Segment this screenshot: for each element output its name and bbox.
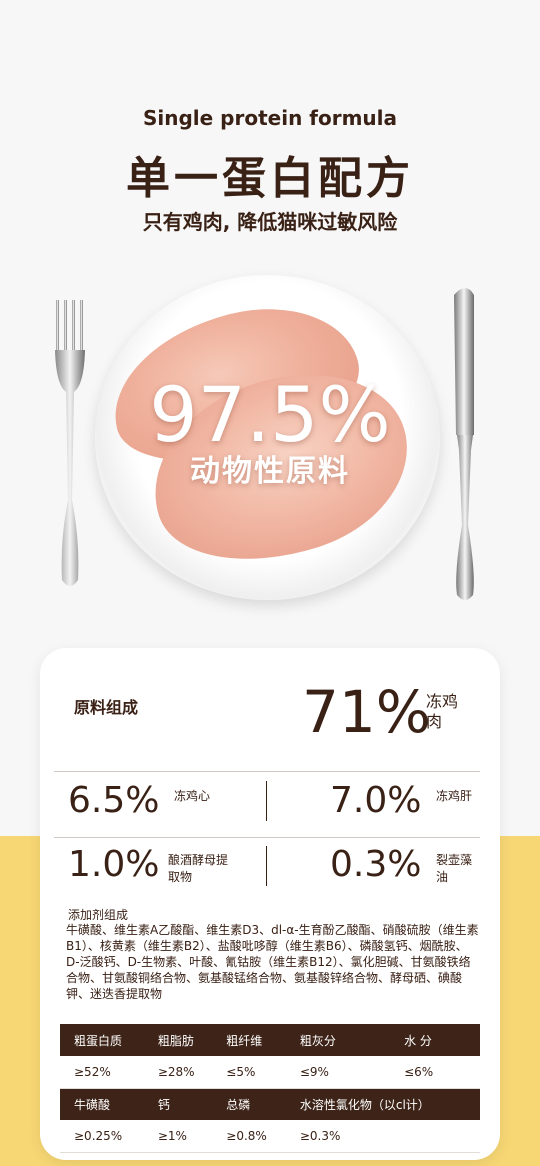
nutrition-value-row: ≥52% ≥28% ≤5% ≤9% ≤6%: [60, 1056, 480, 1089]
divider: [266, 781, 267, 821]
main-ingredient-name: 冻鸡肉: [426, 692, 459, 731]
nutrition-header-row: 粗蛋白质 粗脂肪 粗纤维 粗灰分 水 分: [60, 1024, 480, 1056]
nutrient-value: ≥52%: [60, 1056, 144, 1089]
nutrient-label: 总磷: [212, 1088, 286, 1120]
ingredient-percent: 0.3%: [330, 844, 422, 885]
tagline: 只有鸡肉, 降低猫咪过敏风险: [142, 210, 398, 234]
subtitle-english: Single protein formula: [142, 106, 398, 130]
ingredient-percent: 1.0%: [68, 844, 160, 885]
nutrient-label: 粗灰分: [285, 1024, 391, 1056]
nutrient-label: 水 分: [390, 1024, 480, 1056]
nutrition-table: 粗蛋白质 粗脂肪 粗纤维 粗灰分 水 分 ≥52% ≥28% ≤5% ≤9% ≤…: [60, 1024, 480, 1153]
nutrient-label: 水溶性氯化物（以cl计）: [285, 1088, 480, 1120]
composition-title: 原料组成: [74, 698, 139, 717]
main-ingredient-percent: 71%: [302, 678, 431, 746]
nutrient-value: ≥28%: [143, 1056, 213, 1089]
divider: [266, 846, 267, 886]
nutrient-value: ≤9%: [285, 1056, 391, 1089]
nutrient-value: ≥1%: [143, 1120, 213, 1153]
nutrient-value: ≤6%: [390, 1056, 480, 1089]
nutrition-value-row: ≥0.25% ≥1% ≥0.8% ≥0.3%: [60, 1120, 480, 1153]
nutrient-value: ≥0.8%: [212, 1120, 286, 1153]
ingredient-name: 冻鸡心: [174, 789, 211, 803]
nutrient-value: ≥0.25%: [60, 1120, 144, 1153]
ingredient-name: 酿酒酵母提取物: [168, 853, 229, 884]
nutrient-value: ≥0.3%: [285, 1120, 480, 1153]
nutrient-label: 粗纤维: [212, 1024, 286, 1056]
nutrition-header-row: 牛磺酸 钙 总磷 水溶性氯化物（以cl计）: [60, 1088, 480, 1120]
nutrient-value: ≤5%: [212, 1056, 286, 1089]
additives-text: 牛磺酸、维生素A乙酸酯、维生素D3、dl-α-生育酚乙酸酯、硝酸硫胺（维生素B1…: [66, 923, 479, 1001]
ingredient-card: 原料组成 71% 冻鸡肉 6.5% 冻鸡心 7.0% 冻鸡肝 1.0% 酿酒酵母…: [40, 648, 500, 1160]
ingredient-name: 裂壶藻油: [436, 853, 473, 884]
hero-section: Single protein formula 单一蛋白配方 只有鸡肉, 降低猫咪…: [0, 0, 540, 640]
nutrient-label: 粗蛋白质: [60, 1024, 144, 1056]
additives-title: 添加剂组成: [68, 908, 129, 922]
divider: [54, 837, 480, 838]
ingredient-percent: 7.0%: [330, 780, 422, 821]
nutrient-label: 钙: [143, 1088, 213, 1120]
nutrient-label: 牛磺酸: [60, 1088, 144, 1120]
animal-ingredient-label: 动物性原料: [190, 454, 350, 489]
divider: [54, 771, 480, 772]
ingredient-percent: 6.5%: [68, 780, 160, 821]
nutrient-label: 粗脂肪: [143, 1024, 213, 1056]
page-title: 单一蛋白配方: [126, 153, 414, 204]
ingredient-name: 冻鸡肝: [436, 789, 473, 803]
